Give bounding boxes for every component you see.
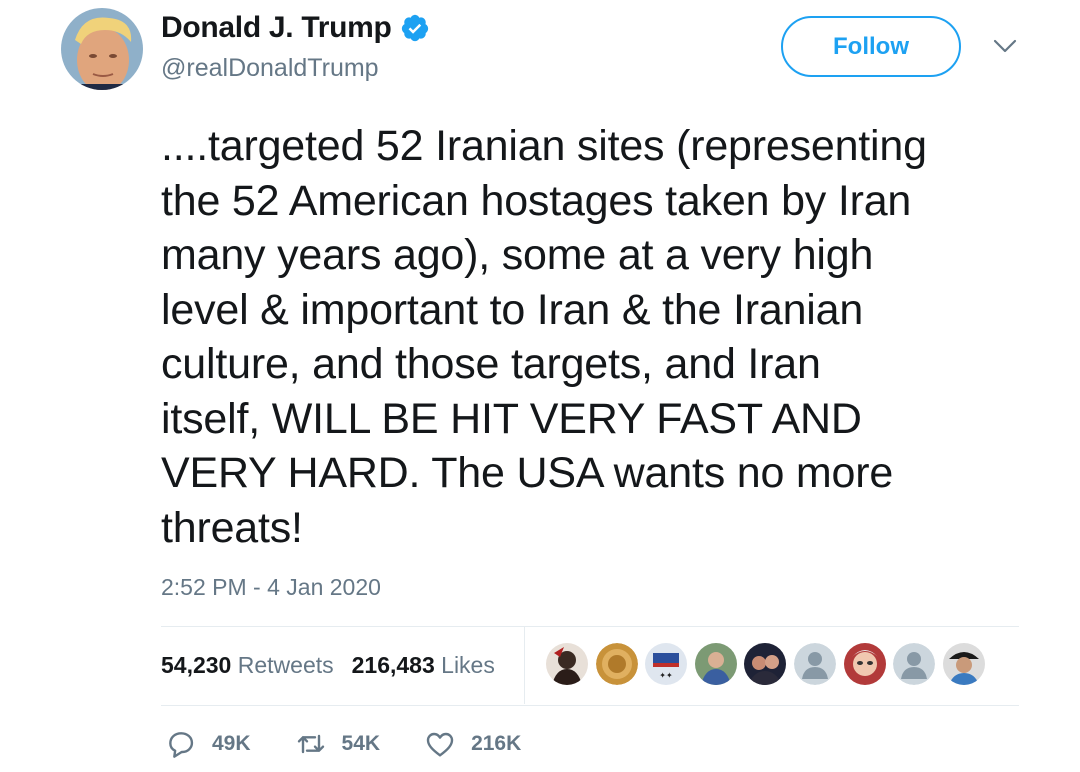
liker-avatars: ✦✦ xyxy=(546,643,992,685)
svg-text:✦✦: ✦✦ xyxy=(659,671,673,680)
liker-avatar-5[interactable] xyxy=(744,643,787,685)
liker-avatar-8[interactable] xyxy=(893,643,936,685)
likes-stat[interactable]: 216,483 Likes xyxy=(352,652,495,679)
likes-label: Likes xyxy=(441,652,495,678)
liker-avatar-7[interactable] xyxy=(843,643,886,685)
likes-count: 216,483 xyxy=(351,652,435,678)
tweet-author: Donald J. Trump @realDonaldTrump xyxy=(161,11,430,83)
tweet-timestamp[interactable]: 2:52 PM - 4 Jan 2020 xyxy=(161,574,381,601)
reply-count: 49K xyxy=(212,732,251,755)
retweet-icon xyxy=(297,734,324,754)
reply-icon xyxy=(169,732,194,758)
liker-avatar-4[interactable] xyxy=(694,643,737,685)
retweets-label: Retweets xyxy=(237,652,334,678)
liker-avatar-6[interactable] xyxy=(793,643,836,685)
retweets-stat[interactable]: 54,230 Retweets xyxy=(161,652,334,679)
liker-avatar-9[interactable] xyxy=(942,643,985,685)
like-button[interactable]: 216K xyxy=(424,728,521,760)
tweet-text: ....targeted 52 Iranian sites (represent… xyxy=(161,122,927,552)
reply-button[interactable]: 49K xyxy=(165,728,251,760)
heart-icon xyxy=(426,732,454,757)
author-name[interactable]: Donald J. Trump xyxy=(161,11,392,45)
retweet-button[interactable]: 54K xyxy=(295,728,381,760)
liker-avatar-3[interactable]: ✦✦ xyxy=(645,643,688,685)
liker-avatar-2[interactable] xyxy=(595,643,638,685)
follow-button[interactable]: Follow xyxy=(781,16,961,77)
author-handle[interactable]: @realDonaldTrump xyxy=(161,54,430,83)
author-avatar[interactable] xyxy=(61,8,143,90)
divider-top xyxy=(161,626,1019,627)
retweet-count: 54K xyxy=(341,732,381,755)
liker-avatar-1[interactable] xyxy=(546,643,588,685)
tweet-stats: 54,230 Retweets 216,483 Likes xyxy=(161,652,495,679)
divider-bottom xyxy=(161,705,1019,706)
like-count: 216K xyxy=(471,732,522,755)
stats-separator xyxy=(524,627,525,704)
chevron-down-icon[interactable] xyxy=(992,38,1018,54)
verified-badge-icon xyxy=(401,14,428,42)
tweet-actions: 49K 54K 216K xyxy=(165,728,565,760)
retweets-count: 54,230 xyxy=(161,652,232,678)
